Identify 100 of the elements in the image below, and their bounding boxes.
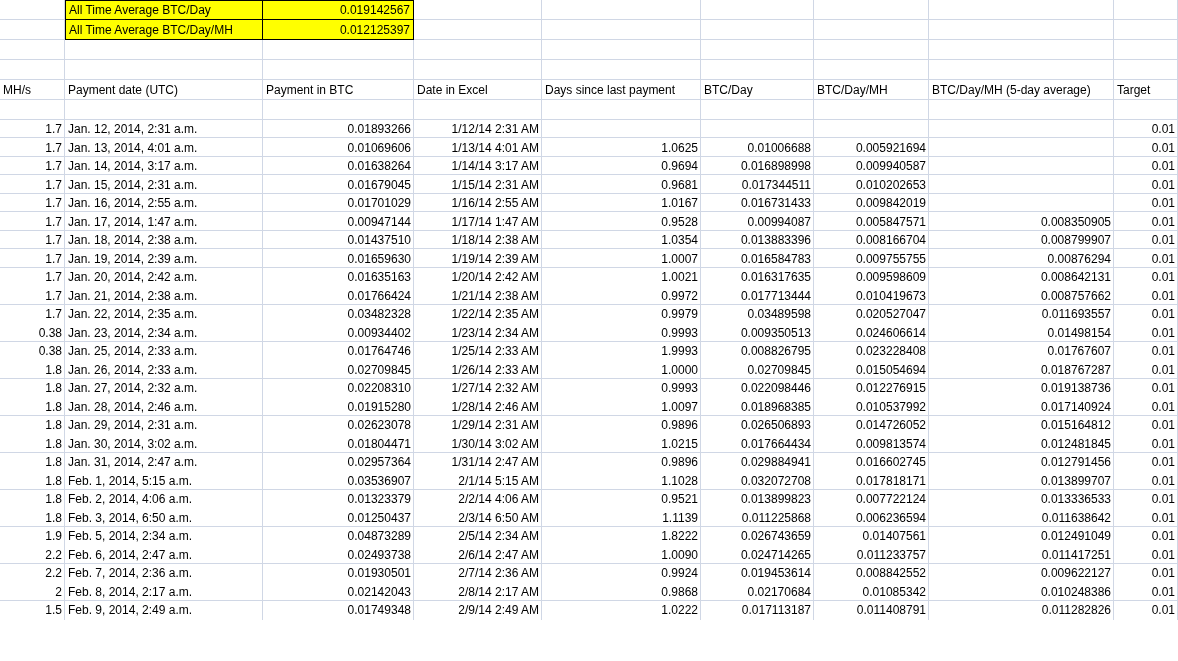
table-cell-text: Feb. 9, 2014, 2:49 a.m.: [67, 602, 194, 620]
table-cell-text: 1.7: [44, 287, 63, 305]
table-cell-text: Feb. 3, 2014, 6:50 a.m.: [67, 509, 194, 527]
table-cell-text: 1/21/14 2:38 AM: [450, 287, 540, 305]
table-cell-text: 1.9: [44, 528, 63, 546]
table-cell-text: 0.01: [1150, 343, 1176, 361]
table-cell-text: Feb. 5, 2014, 2:34 a.m.: [67, 528, 194, 546]
table-cell-text: 1/25/14 2:33 AM: [450, 343, 540, 361]
table-cell-text: 0.016731433: [739, 195, 812, 213]
table-cell-text: 0.9924: [660, 565, 699, 583]
table-cell-text: 0.02170684: [746, 583, 812, 601]
table-cell-text: 0.01: [1150, 491, 1176, 509]
table-cell-text: 0.010537992: [854, 398, 927, 416]
table-cell-text: 0.013899823: [739, 491, 812, 509]
table-cell-text: 0.01: [1150, 380, 1176, 398]
table-cell-text: 1.8: [44, 417, 63, 435]
table-cell-text: 1/29/14 2:31 AM: [450, 417, 540, 435]
table-cell-text: 0.02957364: [346, 454, 412, 472]
table-cell-text: 0.01: [1150, 509, 1176, 527]
table-cell-text: 1/28/14 2:46 AM: [450, 398, 540, 416]
table-cell-text: 1.8: [44, 472, 63, 490]
table-cell-text: 0.006236594: [854, 509, 927, 527]
table-cell-text: 0.9681: [660, 176, 699, 194]
table-cell-text: 1.0021: [660, 269, 699, 287]
table-cell-text: 0.01498154: [1046, 324, 1112, 342]
table-cell-text: 0.008350905: [1039, 213, 1112, 231]
table-cell-text: 0.032072708: [739, 472, 812, 490]
table-cell-text: 0.009755755: [854, 250, 927, 268]
table-cell-text: 1.0222: [660, 602, 699, 620]
table-cell-text: 0.02623078: [346, 417, 412, 435]
table-cell-text: 1/22/14 2:35 AM: [450, 306, 540, 324]
table-cell-text: 0.01250437: [346, 509, 412, 527]
table-cell-text: 0.009622127: [1039, 565, 1112, 583]
table-cell-text: 0.010202653: [854, 176, 927, 194]
table-cell-text: Feb. 1, 2014, 5:15 a.m.: [67, 472, 194, 490]
table-cell-text: 0.018767287: [1039, 361, 1112, 379]
table-cell-text: 0.011408791: [855, 602, 927, 620]
table-cell-text: 0.017140924: [1039, 398, 1112, 416]
table-cell-text: 0.01: [1150, 287, 1176, 305]
table-cell-text: 0.009940587: [854, 158, 927, 176]
summary-label: All Time Average BTC/Day: [65, 0, 263, 20]
table-cell-text: 0.010419673: [854, 287, 927, 305]
table-cell-text: 1.8: [44, 491, 63, 509]
table-cell-text: 0.00947144: [346, 213, 412, 231]
table-cell-text: 0.01: [1150, 361, 1176, 379]
table-cell-text: 1.7: [44, 195, 63, 213]
table-cell-text: 0.011282826: [1040, 602, 1112, 620]
table-cell-text: 1.7: [44, 269, 63, 287]
table-cell-text: Jan. 31, 2014, 2:47 a.m.: [67, 454, 199, 472]
table-cell-text: 1.1028: [660, 472, 699, 490]
table-cell-text: 0.01766424: [346, 287, 412, 305]
table-cell-text: 1/19/14 2:39 AM: [450, 250, 540, 268]
table-cell-text: Jan. 17, 2014, 1:47 a.m.: [67, 213, 199, 231]
column-header: Payment in BTC: [265, 82, 355, 99]
table-cell-text: 1.7: [44, 176, 63, 194]
table-cell-text: 0.01: [1150, 158, 1176, 176]
table-cell-text: 0.005921694: [854, 139, 927, 157]
summary-value: 0.019142567: [263, 0, 414, 20]
table-cell-text: 0.04873289: [346, 528, 412, 546]
table-cell-text: 0.009350513: [739, 324, 812, 342]
table-cell-text: 0.008826795: [739, 343, 812, 361]
table-cell-text: 0.01006688: [746, 139, 812, 157]
table-cell-text: 0.01323379: [346, 491, 412, 509]
table-cell-text: 0.01: [1150, 398, 1176, 416]
table-cell-text: 0.01: [1150, 546, 1176, 564]
column-header: Target: [1116, 82, 1152, 99]
table-cell-text: 2: [54, 583, 63, 601]
table-cell-text: 0.01407561: [861, 528, 927, 546]
table-cell-text: 1.5: [44, 602, 63, 620]
table-cell-text: 0.01635163: [346, 269, 412, 287]
table-cell-text: 1.7: [44, 232, 63, 250]
table-cell-text: 1.8: [44, 398, 63, 416]
column-header: MH/s: [2, 82, 32, 99]
table-cell-text: 0.00876294: [1046, 250, 1112, 268]
table-cell-text: 0.009813574: [854, 435, 927, 453]
table-cell-text: 1.0090: [660, 546, 699, 564]
table-cell-text: 0.00994087: [746, 213, 812, 231]
table-cell-text: 2/6/14 2:47 AM: [457, 546, 540, 564]
table-cell-text: 0.9979: [660, 306, 699, 324]
table-cell-text: 0.022098446: [739, 380, 812, 398]
table-cell-text: 0.03482328: [346, 306, 412, 324]
table-cell-text: 1.7: [44, 121, 63, 139]
table-cell-text: 2/1/14 5:15 AM: [457, 472, 540, 490]
table-cell-text: 0.9972: [660, 287, 699, 305]
table-cell-text: Jan. 23, 2014, 2:34 a.m.: [67, 324, 199, 342]
table-cell-text: 1.9993: [660, 343, 699, 361]
table-cell-text: 2/9/14 2:49 AM: [457, 602, 540, 620]
summary-label: All Time Average BTC/Day/MH: [65, 20, 263, 40]
table-cell-text: 1/30/14 3:02 AM: [450, 435, 540, 453]
table-cell-text: 0.008642131: [1039, 269, 1112, 287]
table-cell-text: 1/23/14 2:34 AM: [450, 324, 540, 342]
table-cell-text: 0.9694: [660, 158, 699, 176]
table-cell-text: 0.9528: [660, 213, 699, 231]
table-cell-text: 1.0007: [660, 250, 699, 268]
table-cell-text: Feb. 7, 2014, 2:36 a.m.: [67, 565, 194, 583]
table-cell-text: 0.020527047: [854, 306, 927, 324]
table-cell-text: 0.01749348: [346, 602, 412, 620]
table-cell-text: 0.01: [1150, 306, 1176, 324]
table-cell-text: 0.01: [1150, 213, 1176, 231]
table-cell-text: 1/18/14 2:38 AM: [450, 232, 540, 250]
